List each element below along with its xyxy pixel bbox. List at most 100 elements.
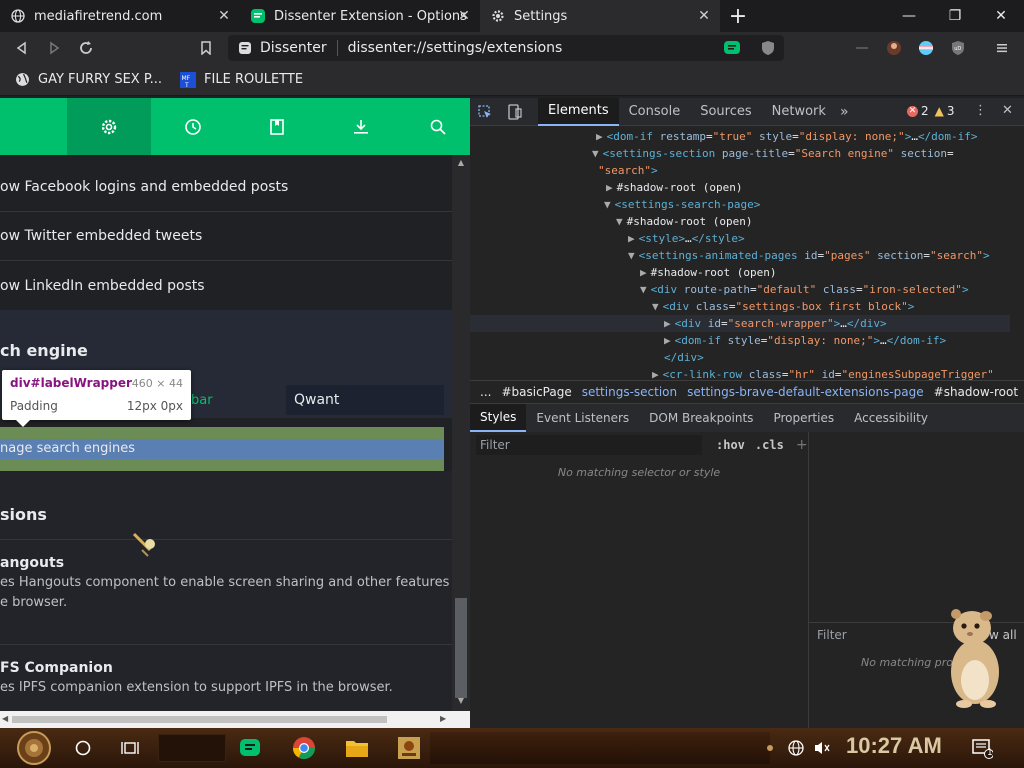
tooltip-selector: div#labelWrapper — [10, 376, 132, 390]
mf-icon: MF T — [180, 71, 197, 88]
styles-filter-input[interactable]: Filter — [476, 435, 702, 455]
device-toolbar-icon[interactable] — [500, 98, 530, 126]
dom-node: ▼ <settings-section page-title="Search en… — [592, 147, 954, 160]
ublock-icon[interactable]: uD — [942, 32, 974, 64]
search-tab[interactable] — [396, 98, 470, 155]
flag-extension-icon[interactable] — [910, 32, 942, 64]
shield-icon[interactable] — [752, 32, 784, 64]
volume-muted-icon[interactable] — [808, 732, 836, 764]
avatar-extension-icon[interactable] — [878, 32, 910, 64]
warning-icon: ▲ — [934, 104, 944, 118]
bookmarks-icon — [270, 118, 284, 135]
close-tab-icon[interactable]: ✕ — [456, 8, 472, 24]
tab-accessibility[interactable]: Accessibility — [844, 404, 938, 432]
linkedin-setting-row[interactable]: ow LinkedIn embedded posts — [0, 261, 452, 310]
reload-icon[interactable] — [70, 32, 102, 64]
bookmark-item[interactable]: MF T FILE ROULETTE — [180, 71, 303, 88]
task-view-icon[interactable] — [114, 732, 146, 764]
tab-mediafiretrend[interactable]: mediafiretrend.com ✕ — [0, 0, 240, 32]
menu-icon[interactable] — [986, 32, 1018, 64]
dom-node: ▼ <div class="settings-box first block"> — [652, 300, 915, 313]
tab-styles[interactable]: Styles — [470, 404, 527, 432]
setting-label: ow LinkedIn embedded posts — [0, 277, 205, 294]
extension-puzzle-icon[interactable] — [846, 32, 878, 64]
tab-console[interactable]: Console — [619, 98, 691, 126]
tab-sources[interactable]: Sources — [690, 98, 761, 126]
close-tab-icon[interactable]: ✕ — [216, 8, 232, 24]
close-window-icon[interactable]: ✕ — [978, 0, 1024, 32]
show-hidden-icons[interactable] — [762, 732, 778, 764]
breadcrumb-item[interactable]: #basicPage — [501, 385, 571, 399]
chrome-icon[interactable] — [288, 732, 320, 764]
history-tab[interactable] — [151, 98, 235, 155]
error-count: 2 — [921, 104, 929, 118]
bookmark-icon[interactable] — [190, 32, 222, 64]
downloads-tab[interactable] — [319, 98, 403, 155]
filter-placeholder: Filter — [480, 438, 510, 452]
bookmark-label: GAY FURRY SEX P... — [38, 72, 163, 87]
forward-icon[interactable] — [38, 32, 70, 64]
breadcrumb-item[interactable]: settings-brave-default-extensions-page — [687, 385, 924, 399]
scroll-right-icon[interactable]: ▶ — [440, 714, 446, 723]
scroll-up-icon[interactable]: ▲ — [455, 158, 467, 168]
issues-counter[interactable]: ✕ 2 ▲ 3 — [907, 104, 955, 118]
breadcrumb-ellipsis[interactable]: ... — [480, 385, 491, 399]
divider — [0, 644, 452, 645]
more-tabs-icon[interactable]: » — [840, 104, 849, 120]
hangouts-description-1: es Hangouts component to enable screen s… — [0, 575, 466, 590]
notifications-icon[interactable]: 1 — [966, 732, 998, 764]
back-icon[interactable] — [6, 32, 38, 64]
settings-gear-tab[interactable] — [67, 98, 151, 155]
site-info-icon[interactable] — [238, 41, 252, 55]
divider — [0, 539, 452, 540]
gear-icon — [101, 119, 117, 134]
tab-dom-breakpoints[interactable]: DOM Breakpoints — [639, 404, 763, 432]
tab-event-listeners[interactable]: Event Listeners — [526, 404, 639, 432]
globe-icon — [10, 8, 26, 24]
dom-node: ▼ <settings-search-page> — [604, 198, 761, 211]
tab-network[interactable]: Network — [762, 98, 836, 126]
tab-properties[interactable]: Properties — [763, 404, 844, 432]
taskbar-search-box[interactable] — [158, 734, 226, 762]
tab-settings[interactable]: Settings ✕ — [480, 0, 720, 32]
cls-toggle[interactable]: .cls — [755, 438, 784, 452]
hangouts-title: angouts — [0, 555, 65, 571]
ipfs-description: es IPFS companion extension to support I… — [0, 680, 393, 695]
tab-title: mediafiretrend.com — [34, 8, 163, 24]
side-filter-input[interactable]: Filter — [817, 628, 847, 642]
elements-tree[interactable]: ▶ <dom-if restamp="true" style="display: … — [470, 126, 1024, 380]
breadcrumb-item[interactable]: settings-section — [582, 385, 677, 399]
start-button[interactable] — [10, 729, 58, 767]
tab-dissenter-options[interactable]: Dissenter Extension - Options ✕ — [240, 0, 480, 32]
minimize-icon[interactable]: — — [886, 0, 932, 32]
clock[interactable]: 10:27 AM — [846, 733, 942, 759]
network-icon[interactable] — [782, 732, 810, 764]
vertical-scroll-thumb[interactable] — [455, 598, 467, 698]
restore-icon[interactable]: ❐ — [932, 0, 978, 32]
dissenter-icon — [250, 8, 266, 24]
facebook-setting-row[interactable]: ow Facebook logins and embedded posts — [0, 163, 452, 212]
app-icon[interactable] — [393, 732, 425, 764]
bookmark-item[interactable]: GAY FURRY SEX P... — [14, 72, 162, 88]
dissenter-extension-icon[interactable] — [716, 32, 748, 64]
search-circle-icon[interactable] — [67, 732, 99, 764]
close-tab-icon[interactable]: ✕ — [696, 8, 712, 24]
search-engine-select[interactable]: Qwant — [286, 385, 444, 415]
horizontal-scroll-thumb[interactable] — [12, 716, 387, 723]
devtools-menu-icon[interactable]: ⋮ — [974, 103, 987, 118]
inspect-element-icon[interactable] — [470, 98, 500, 126]
new-tab-button[interactable]: + — [720, 0, 756, 32]
element-inspect-tooltip: div#labelWrapper 460 × 44 Padding 12px 0… — [2, 370, 191, 427]
devtools-close-icon[interactable]: ✕ — [1002, 103, 1013, 118]
dissenter-taskbar-icon[interactable] — [234, 732, 266, 764]
scroll-left-icon[interactable]: ◀ — [2, 714, 8, 723]
hov-toggle[interactable]: :hov — [716, 438, 745, 452]
address-bar[interactable]: Dissenter dissenter://settings/extension… — [228, 35, 784, 61]
tab-elements[interactable]: Elements — [538, 97, 619, 126]
side-no-match-text: No matching pro — [861, 656, 953, 669]
file-explorer-icon[interactable] — [341, 732, 373, 764]
twitter-setting-row[interactable]: ow Twitter embedded tweets — [0, 212, 452, 261]
new-style-rule-icon[interactable]: + — [796, 437, 808, 453]
bookmarks-tab[interactable] — [235, 98, 319, 155]
breadcrumb-item[interactable]: #shadow-root — [934, 385, 1018, 399]
